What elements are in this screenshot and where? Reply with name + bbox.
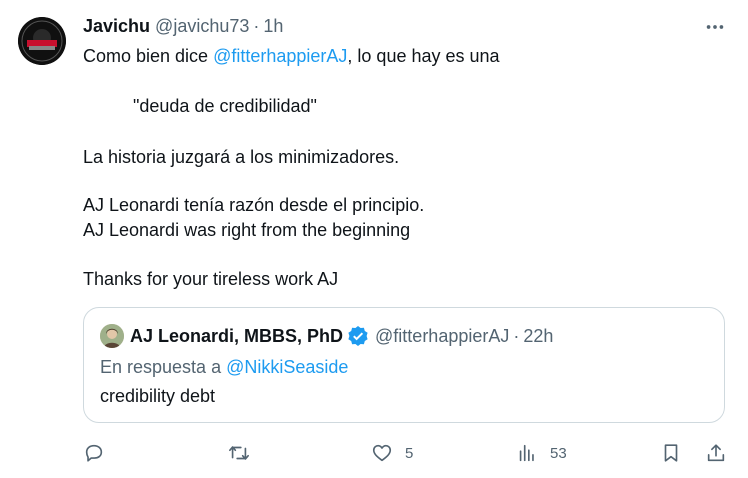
tweet-timestamp[interactable]: 1h — [263, 16, 283, 37]
reply-context: En respuesta a @NikkiSeaside — [100, 357, 348, 378]
reply-prefix: En respuesta a — [100, 357, 227, 377]
reply-mention: @NikkiSeaside — [226, 357, 349, 377]
more-icon — [706, 25, 724, 29]
heart-icon — [372, 444, 392, 462]
tweet-line-4: AJ Leonardi tenía razón desde el princip… — [83, 195, 425, 215]
views-button[interactable]: 53 — [516, 440, 567, 466]
bookmark-icon — [664, 444, 678, 462]
tweet-line-1: Como bien dice @fitterhappierAJ, lo que … — [83, 44, 500, 68]
share-icon — [707, 444, 725, 462]
quoted-author-handle: @fitterhappierAJ — [375, 325, 510, 346]
tweet-line-2: "deuda de credibilidad" — [133, 96, 317, 116]
mention-link[interactable]: @fitterhappierAJ — [213, 46, 347, 66]
quoted-author-name: AJ Leonardi, MBBS, PhD — [130, 325, 344, 346]
tweet-line-5: AJ Leonardi was right from the beginning — [83, 220, 411, 240]
action-bar: 5 53 — [0, 440, 748, 466]
repost-icon — [229, 446, 249, 460]
author-name[interactable]: Javichu — [83, 16, 150, 37]
repost-button[interactable] — [228, 440, 250, 466]
tweet-header: Javichu @javichu73 · 1h — [83, 14, 283, 38]
author-handle[interactable]: @javichu73 — [155, 16, 249, 37]
reply-icon — [85, 444, 103, 462]
line1-prefix: Como bien dice — [83, 46, 214, 66]
line1-suffix: , lo que hay es una — [347, 46, 500, 66]
tweet-line-3: La historia juzgará a los minimizadores. — [83, 147, 400, 167]
verified-badge-icon — [347, 325, 369, 347]
quoted-avatar-image — [100, 324, 124, 348]
bookmark-button[interactable] — [660, 440, 682, 466]
reply-button[interactable] — [83, 440, 105, 466]
avatar-image — [18, 17, 66, 65]
quoted-text: credibility debt — [100, 386, 216, 406]
quoted-header: AJ Leonardi, MBBS, PhD @fitterhappierAJ … — [130, 323, 553, 349]
tweet-line-6: Thanks for your tireless work AJ — [83, 269, 339, 289]
author-avatar[interactable] — [18, 17, 66, 65]
views-icon — [519, 444, 534, 462]
quoted-tweet[interactable]: AJ Leonardi, MBBS, PhD @fitterhappierAJ … — [83, 307, 725, 423]
share-button[interactable] — [705, 440, 727, 466]
quoted-timestamp: 22h — [523, 325, 554, 346]
separator-dot: · — [253, 15, 260, 36]
like-button[interactable]: 5 — [371, 440, 413, 466]
views-count: 53 — [550, 444, 567, 462]
quoted-author-avatar — [100, 324, 124, 348]
quoted-separator-dot: · — [513, 325, 520, 346]
like-count: 5 — [405, 444, 414, 462]
more-button[interactable] — [704, 16, 726, 38]
